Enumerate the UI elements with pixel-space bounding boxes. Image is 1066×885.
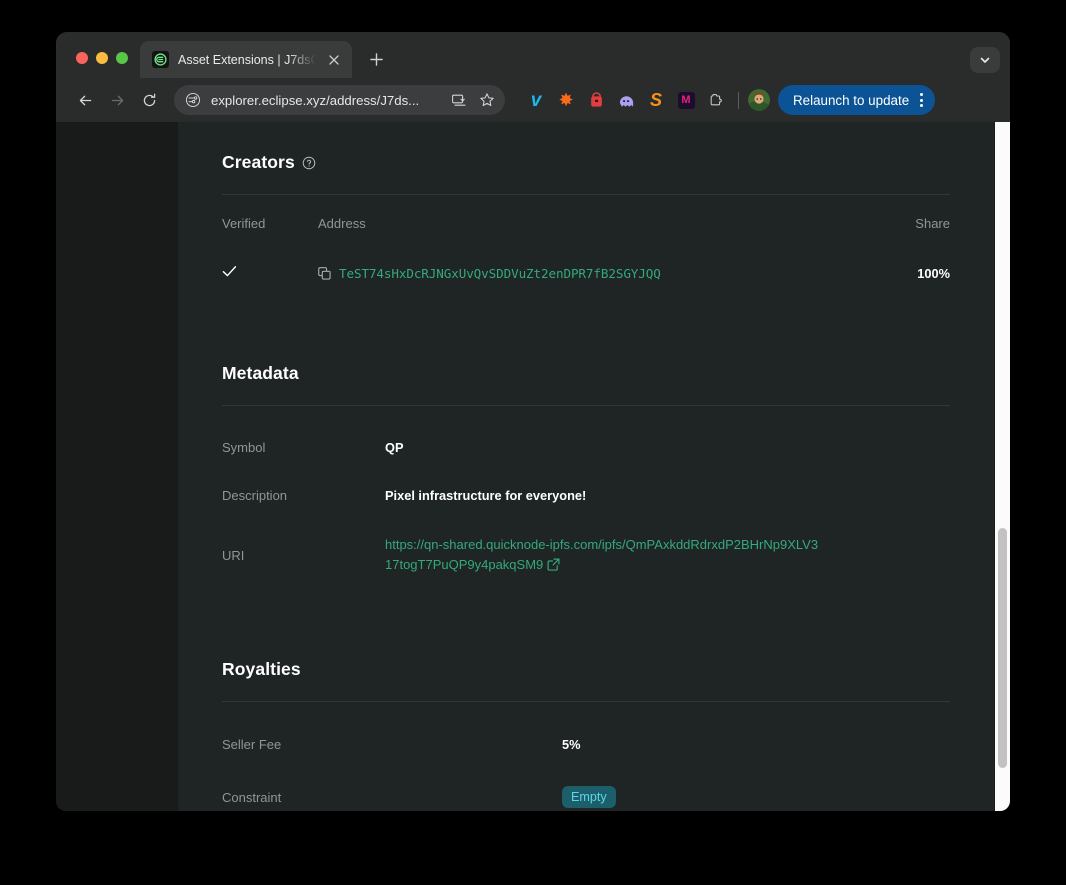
creators-table: Verified Address Share xyxy=(222,195,950,281)
puzzle-extensions-icon[interactable] xyxy=(701,85,731,115)
tab-strip: Asset Extensions | J7dsCCVm xyxy=(56,32,1010,78)
page-viewport: Creators Verifi xyxy=(56,122,1010,811)
creators-table-header: Verified Address Share xyxy=(222,195,950,231)
seller-fee-value: 5% xyxy=(562,737,950,752)
forward-arrow-icon[interactable] xyxy=(102,85,132,115)
description-label: Description xyxy=(222,488,385,503)
symbol-label: Symbol xyxy=(222,440,385,455)
scrollbar-thumb[interactable] xyxy=(998,528,1007,768)
minimize-window-button[interactable] xyxy=(96,52,108,64)
column-share: Share xyxy=(860,195,950,231)
solflare-wallet-icon[interactable]: S xyxy=(641,85,671,115)
tune-settings-icon[interactable] xyxy=(183,90,203,110)
install-app-icon[interactable] xyxy=(449,90,469,110)
vimeo-extension-icon[interactable]: v xyxy=(521,85,551,115)
column-verified: Verified xyxy=(222,195,318,231)
table-row: TeST74sHxDcRJNGxUvQvSDDVuZt2enDPR7fB2SGY… xyxy=(222,231,950,281)
royalties-row-constraint: Constraint Empty xyxy=(222,752,950,808)
metadata-heading: Metadata xyxy=(222,363,950,384)
magic-eden-icon[interactable]: M xyxy=(671,85,701,115)
more-vertical-icon[interactable] xyxy=(911,89,931,111)
window-controls xyxy=(56,52,140,78)
check-icon xyxy=(222,265,237,281)
phantom-wallet-icon[interactable] xyxy=(611,85,641,115)
extensions-bar: v ✸ S xyxy=(521,85,935,115)
creator-address-link[interactable]: TeST74sHxDcRJNGxUvQvSDDVuZt2enDPR7fB2SGY… xyxy=(339,266,661,281)
browser-window: Asset Extensions | J7dsCCVm xyxy=(56,32,1010,811)
description-value: Pixel infrastructure for everyone! xyxy=(385,488,950,503)
address-cell: TeST74sHxDcRJNGxUvQvSDDVuZt2enDPR7fB2SGY… xyxy=(318,231,860,281)
relaunch-to-update-label: Relaunch to update xyxy=(793,93,909,108)
address-bar[interactable]: explorer.eclipse.xyz/address/J7ds... xyxy=(174,85,505,115)
status-badge: Empty xyxy=(562,786,616,808)
column-address: Address xyxy=(318,195,860,231)
royalties-heading: Royalties xyxy=(222,659,950,680)
share-cell: 100% xyxy=(860,231,950,281)
question-circle-icon[interactable] xyxy=(302,156,316,170)
creators-section: Creators Verifi xyxy=(222,122,950,281)
page-scrollbar[interactable] xyxy=(995,122,1010,811)
creators-heading: Creators xyxy=(222,152,950,173)
external-link-icon[interactable] xyxy=(547,557,560,570)
close-icon[interactable] xyxy=(325,51,343,69)
profile-avatar[interactable] xyxy=(748,89,770,111)
metadata-row-description: Description Pixel infrastructure for eve… xyxy=(222,455,950,503)
backpack-wallet-icon[interactable] xyxy=(581,85,611,115)
browser-toolbar: explorer.eclipse.xyz/address/J7ds... v ✸ xyxy=(56,78,1010,122)
seller-fee-label: Seller Fee xyxy=(222,737,562,752)
royalties-row-seller-fee: Seller Fee 5% xyxy=(222,702,950,752)
tab-title: Asset Extensions | J7dsCCVm xyxy=(178,53,316,67)
royalties-title: Royalties xyxy=(222,659,301,680)
royalties-section: Royalties Seller Fee 5% Constraint Empty xyxy=(222,575,950,808)
chevron-down-icon[interactable] xyxy=(970,47,1000,73)
reload-icon[interactable] xyxy=(134,85,164,115)
back-arrow-icon[interactable] xyxy=(70,85,100,115)
toolbar-divider xyxy=(738,92,739,109)
star-icon[interactable] xyxy=(477,90,497,110)
close-window-button[interactable] xyxy=(76,52,88,64)
metadata-row-uri: URI https://qn-shared.quicknode-ipfs.com… xyxy=(222,503,950,575)
address-bar-url[interactable]: explorer.eclipse.xyz/address/J7ds... xyxy=(211,93,441,108)
relaunch-to-update-button[interactable]: Relaunch to update xyxy=(778,85,935,115)
new-tab-button[interactable] xyxy=(362,45,390,73)
creator-share-value: 100% xyxy=(917,266,950,281)
maximize-window-button[interactable] xyxy=(116,52,128,64)
uri-link[interactable]: https://qn-shared.quicknode-ipfs.com/ipf… xyxy=(385,537,818,572)
metadata-title: Metadata xyxy=(222,363,299,384)
asset-detail-card: Creators Verifi xyxy=(178,122,994,811)
copy-icon[interactable] xyxy=(318,267,331,280)
eclipse-logo-icon xyxy=(152,51,169,68)
starburst-extension-icon[interactable]: ✸ xyxy=(551,85,581,115)
symbol-value: QP xyxy=(385,440,950,455)
verified-cell xyxy=(222,231,318,281)
browser-tab[interactable]: Asset Extensions | J7dsCCVm xyxy=(140,41,352,78)
uri-value-wrapper: https://qn-shared.quicknode-ipfs.com/ipf… xyxy=(385,535,825,575)
metadata-row-symbol: Symbol QP xyxy=(222,406,950,455)
constraint-value: Empty xyxy=(562,786,950,808)
metadata-section: Metadata Symbol QP Description Pixel inf… xyxy=(222,281,950,575)
constraint-label: Constraint xyxy=(222,790,562,805)
creators-title: Creators xyxy=(222,152,295,173)
uri-label: URI xyxy=(222,548,385,563)
